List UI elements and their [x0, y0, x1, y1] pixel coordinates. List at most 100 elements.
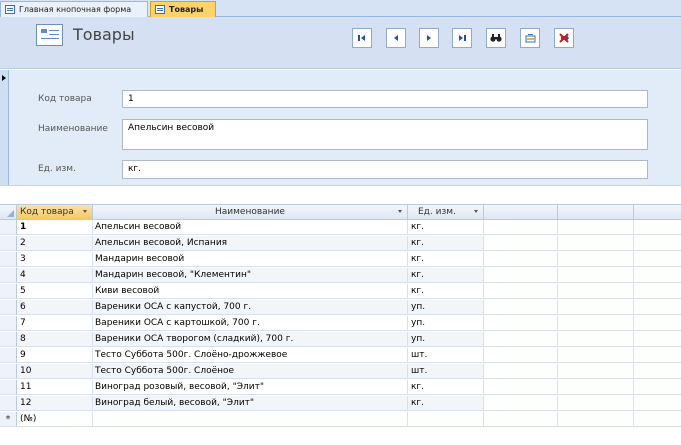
first-record-button[interactable]	[352, 28, 372, 48]
cell-code[interactable]: 8	[17, 332, 93, 347]
column-header-empty	[558, 205, 634, 220]
empty-cell	[484, 316, 558, 331]
cell-unit[interactable]: кг.	[408, 380, 484, 395]
row-selector[interactable]	[0, 348, 17, 363]
row-selector[interactable]	[0, 284, 17, 299]
record-detail: Код товара 1 Наименование Апельсин весов…	[0, 70, 681, 185]
table-row[interactable]: 1 Апельсин весовой кг.	[0, 220, 681, 235]
cell-name[interactable]: Мандарин весовой	[93, 252, 408, 267]
cell-code[interactable]: 4	[17, 268, 93, 283]
row-selector[interactable]	[0, 380, 17, 395]
row-selector[interactable]	[0, 268, 17, 283]
cell-unit[interactable]: кг.	[408, 220, 484, 235]
empty-cell	[484, 396, 558, 411]
table-row[interactable]: 4 Мандарин весовой, "Клементин" кг.	[0, 268, 681, 283]
splitter[interactable]	[0, 185, 681, 204]
cell-code[interactable]: 10	[17, 364, 93, 379]
new-record-button[interactable]	[520, 28, 540, 48]
find-button[interactable]	[486, 28, 506, 48]
dropdown-arrow-icon[interactable]	[83, 210, 87, 213]
cell-code[interactable]: 12	[17, 396, 93, 411]
cell-name[interactable]: Апельсин весовой, Испания	[93, 236, 408, 251]
name-field[interactable]: Апельсин весовой	[122, 119, 648, 150]
record-selector[interactable]	[0, 70, 9, 185]
cell-code[interactable]: 1	[17, 220, 93, 235]
table-row[interactable]: 6 Вареники ОСА с капустой, 700 г. уп.	[0, 300, 681, 315]
cell-unit[interactable]: кг.	[408, 252, 484, 267]
row-selector[interactable]	[0, 220, 17, 235]
table-row[interactable]: 9 Тесто Суббота 500г. Слоёно-дрожжевое шт.	[0, 348, 681, 363]
delete-record-button[interactable]	[554, 28, 574, 48]
cell-name[interactable]: Тесто Суббота 500г. Слоёно-дрожжевое	[93, 348, 408, 363]
tab-main-switchboard[interactable]: Главная кнопочная форма	[0, 1, 148, 17]
table-row[interactable]: 11 Виноград розовый, весовой, "Элит" кг.	[0, 380, 681, 395]
cell-unit[interactable]: уп.	[408, 300, 484, 315]
cell-name[interactable]: Виноград розовый, весовой, "Элит"	[93, 380, 408, 395]
row-selector[interactable]	[0, 300, 17, 315]
cell-unit[interactable]	[408, 412, 484, 427]
dropdown-arrow-icon[interactable]	[398, 210, 402, 213]
row-selector[interactable]	[0, 236, 17, 251]
tab-label: Товары	[169, 5, 204, 14]
cell-unit[interactable]: кг.	[408, 268, 484, 283]
column-header-name[interactable]: Наименование	[93, 205, 408, 220]
unit-field[interactable]: кг.	[122, 160, 648, 179]
current-record-arrow-icon	[2, 75, 6, 81]
cell-name[interactable]: Тесто Суббота 500г. Слоёное	[93, 364, 408, 379]
cell-unit[interactable]: кг.	[408, 236, 484, 251]
cell-name[interactable]: Апельсин весовой	[93, 220, 408, 235]
cell-unit[interactable]: кг.	[408, 284, 484, 299]
empty-cell	[634, 364, 681, 379]
table-row[interactable]: 7 Вареники ОСА с картошкой, 700 г. уп.	[0, 316, 681, 331]
table-row[interactable]: 8 Вареники ОСА творогом (сладкий), 700 г.…	[0, 332, 681, 347]
table-row[interactable]: 12 Виноград белый, весовой, "Элит" кг.	[0, 396, 681, 411]
empty-cell	[484, 348, 558, 363]
document-tab-bar: Главная кнопочная форма Товары	[0, 0, 681, 17]
row-selector[interactable]	[0, 332, 17, 347]
tab-products[interactable]: Товары	[150, 1, 216, 17]
cell-name[interactable]: Вареники ОСА с капустой, 700 г.	[93, 300, 408, 315]
cell-code[interactable]: 5	[17, 284, 93, 299]
empty-cell	[558, 268, 634, 283]
column-header-unit[interactable]: Ед. изм.	[408, 205, 484, 220]
table-row[interactable]: 10 Тесто Суббота 500г. Слоёное шт.	[0, 364, 681, 379]
find-binoculars-icon	[490, 34, 502, 42]
cell-unit[interactable]: уп.	[408, 316, 484, 331]
next-record-button[interactable]	[419, 28, 439, 48]
cell-name[interactable]: Мандарин весовой, "Клементин"	[93, 268, 408, 283]
row-selector[interactable]: *	[0, 412, 17, 427]
previous-record-button[interactable]	[386, 28, 406, 48]
cell-name[interactable]: Киви весовой	[93, 284, 408, 299]
row-selector[interactable]	[0, 316, 17, 331]
cell-name[interactable]: Вареники ОСА творогом (сладкий), 700 г.	[93, 332, 408, 347]
cell-code[interactable]: 9	[17, 348, 93, 363]
code-field[interactable]: 1	[122, 90, 648, 108]
select-all-corner[interactable]	[0, 205, 17, 220]
empty-cell	[484, 220, 558, 235]
table-row[interactable]: 5 Киви весовой кг.	[0, 284, 681, 299]
cell-code[interactable]: 11	[17, 380, 93, 395]
cell-code[interactable]: 2	[17, 236, 93, 251]
cell-code[interactable]: 7	[17, 316, 93, 331]
cell-code[interactable]: 6	[17, 300, 93, 315]
row-selector[interactable]	[0, 396, 17, 411]
new-record-row[interactable]: * (№)	[0, 412, 681, 427]
column-header-code[interactable]: Код товара	[17, 205, 93, 220]
cell-name[interactable]: Вареники ОСА с картошкой, 700 г.	[93, 316, 408, 331]
cell-name[interactable]: Виноград белый, весовой, "Элит"	[93, 396, 408, 411]
column-header-empty	[484, 205, 558, 220]
table-row[interactable]: 2 Апельсин весовой, Испания кг.	[0, 236, 681, 251]
cell-code[interactable]: (№)	[17, 412, 93, 427]
row-selector[interactable]	[0, 252, 17, 267]
table-row[interactable]: 3 Мандарин весовой кг.	[0, 252, 681, 267]
dropdown-arrow-icon[interactable]	[474, 210, 478, 213]
row-selector[interactable]	[0, 364, 17, 379]
cell-unit[interactable]: уп.	[408, 332, 484, 347]
cell-name[interactable]	[93, 412, 408, 427]
empty-cell	[484, 268, 558, 283]
last-record-button[interactable]	[452, 28, 472, 48]
cell-unit[interactable]: шт.	[408, 348, 484, 363]
cell-unit[interactable]: шт.	[408, 364, 484, 379]
cell-unit[interactable]: кг.	[408, 396, 484, 411]
cell-code[interactable]: 3	[17, 252, 93, 267]
